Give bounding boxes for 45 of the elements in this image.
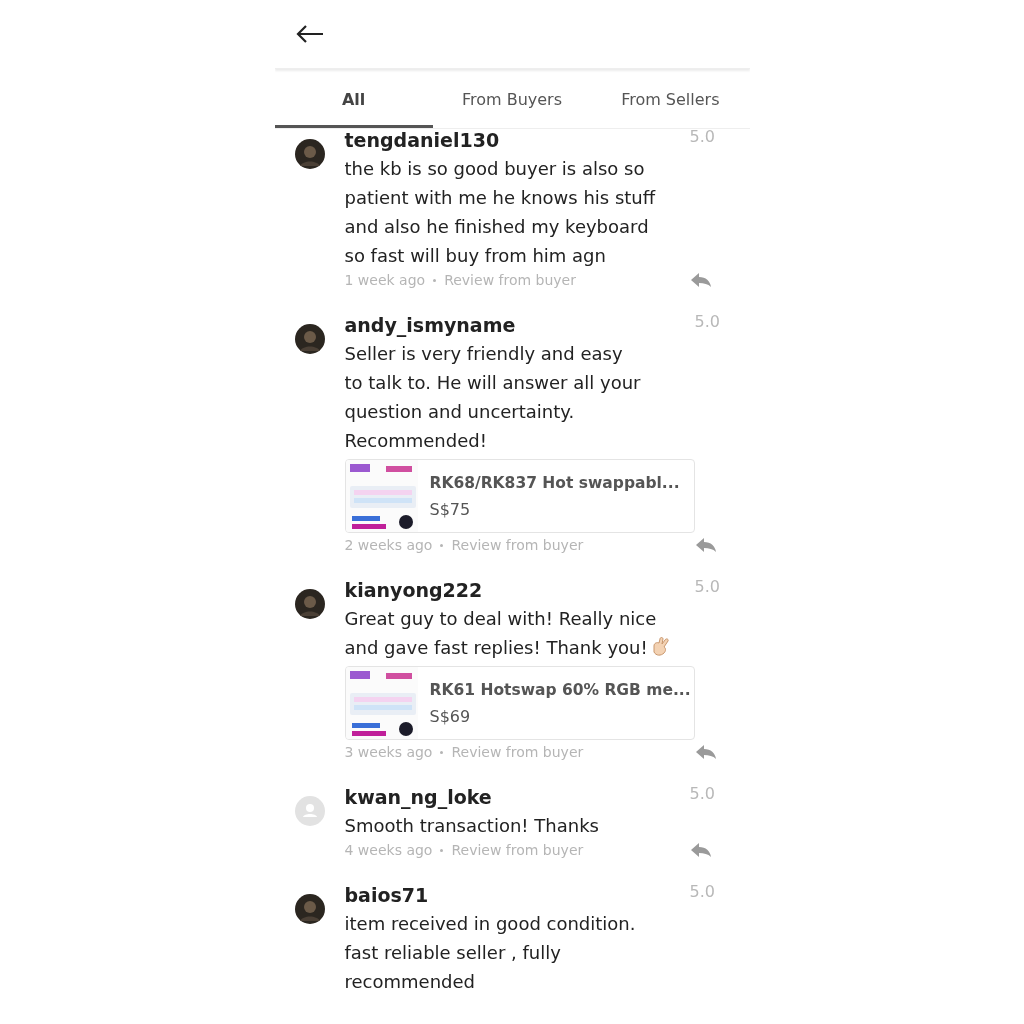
review-time: 1 week ago [344, 272, 426, 288]
avatar[interactable] [294, 894, 325, 924]
username[interactable]: kianyong222 [344, 577, 695, 603]
separator-dot [433, 278, 437, 282]
username[interactable]: andy_ismyname [344, 312, 695, 338]
username[interactable]: baios71 [344, 882, 690, 908]
separator-dot [440, 750, 444, 754]
avatar[interactable] [294, 324, 325, 354]
review-text: item received in good condition. fast reliable seller , fully recommended [344, 912, 637, 994]
rating: 5.0 [694, 312, 720, 331]
reply-icon[interactable] [694, 744, 717, 760]
tab[interactable]: From Sellers [591, 69, 750, 128]
product-title: RK61 Hotswap 60% RGB me... [429, 680, 691, 699]
review-source: Review from buyer [451, 537, 584, 553]
tab[interactable]: From Buyers [432, 69, 592, 128]
username[interactable]: kwan_ng_loke [344, 784, 690, 810]
avatar[interactable] [294, 589, 325, 619]
product-price: S$69 [429, 706, 472, 726]
review-text: the kb is so good buyer is also so patient with me he knows his stuff and also he finished my keyboard so fast will buy from him agn [344, 157, 657, 268]
review-text: Seller is very friendly and easy to talk to. He will answer all your question and uncertainty. Recommended! [344, 342, 642, 453]
avatar[interactable] [294, 139, 325, 169]
review-source: Review from buyer [444, 272, 576, 288]
reply-icon[interactable] [689, 272, 712, 288]
product-card[interactable]: RK61 Hotswap 60% RGB me... S$69 [344, 666, 695, 740]
username[interactable]: tengdaniel130 [344, 127, 690, 153]
product-card[interactable]: RK68/RK837 Hot swappabl... S$75 [344, 459, 695, 533]
rating: 5.0 [689, 882, 715, 901]
review-time: 4 weeks ago [344, 842, 433, 858]
separator-dot [440, 543, 444, 547]
rating: 5.0 [689, 784, 715, 803]
review-source: Review from buyer [451, 744, 584, 760]
product-title: RK68/RK837 Hot swappabl... [429, 473, 680, 492]
review-source: Review from buyer [451, 842, 584, 858]
rating: 5.0 [694, 577, 720, 596]
rating: 5.0 [689, 127, 715, 146]
reply-icon[interactable] [689, 842, 712, 858]
back-icon[interactable] [294, 24, 325, 44]
review-text: Great guy to deal with! Really nice and gave fast replies! Thank you! [344, 604, 675, 662]
review-time: 3 weeks ago [344, 744, 433, 760]
review-text: Smooth transaction! Thanks [344, 814, 600, 838]
tab[interactable]: All [274, 69, 433, 128]
product-price: S$75 [429, 499, 472, 519]
separator-dot [440, 848, 444, 852]
reply-icon[interactable] [694, 537, 717, 553]
review-time: 2 weeks ago [344, 537, 433, 553]
